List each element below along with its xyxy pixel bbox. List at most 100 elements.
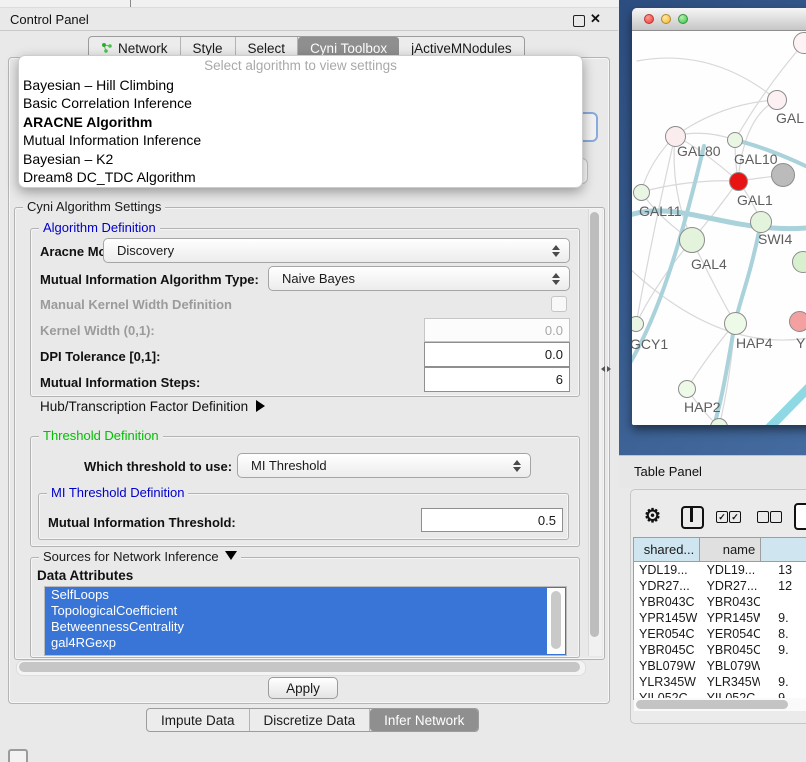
algorithm-option[interactable]: Basic Correlation Inference [19, 95, 582, 113]
deselect-all-icon[interactable] [757, 511, 769, 523]
bottom-tab-infer-network[interactable]: Infer Network [370, 709, 478, 731]
close-traffic-light-icon[interactable] [644, 14, 654, 24]
table-cell: YER054C [700, 626, 761, 642]
column-header-name[interactable]: name [700, 538, 761, 561]
data-attribute-item[interactable]: SelfLoops [45, 587, 566, 603]
minimize-traffic-light-icon[interactable] [661, 14, 671, 24]
table-hscrollbar-thumb[interactable] [636, 700, 788, 709]
dpi-tolerance-field[interactable]: 0.0 [424, 342, 570, 367]
top-strip [0, 0, 620, 8]
settings-group-title: Cyni Algorithm Settings [23, 199, 165, 214]
table-cell: YPR145W [700, 610, 761, 626]
column-header[interactable] [761, 538, 806, 561]
network-icon [101, 42, 113, 54]
network-node-gal10[interactable] [727, 132, 743, 148]
table-row[interactable]: YBL079WYBL079W [634, 658, 806, 674]
bottom-tab-bar: Impute Data Discretize Data Infer Network [146, 708, 479, 732]
table-cell: YBR043C [634, 594, 700, 610]
column-header-shared[interactable]: shared... [634, 538, 700, 561]
node-label: GAL80 [677, 143, 721, 159]
mi-steps-label: Mutual Information Steps: [40, 375, 200, 390]
data-attributes-list[interactable]: SelfLoopsTopologicalCoefficientBetweenne… [44, 586, 567, 656]
network-canvas[interactable]: GALGAL80GAL10GAL1GAL11SWI4GAL4GCY1HAP4YH… [632, 31, 806, 425]
node-label: HAP2 [684, 399, 721, 415]
data-attribute-item[interactable]: BetweennessCentrality [45, 619, 566, 635]
table-row[interactable]: YPR145WYPR145W9. [634, 610, 806, 626]
list-scrollbar-thumb[interactable] [551, 591, 561, 649]
tab-label: Impute Data [161, 713, 235, 728]
network-node-hap2[interactable] [678, 380, 696, 398]
mi-threshold-title: MI Threshold Definition [47, 485, 188, 500]
expand-arrow-icon [256, 400, 265, 412]
mi-type-combo[interactable]: Naive Bayes [268, 266, 570, 291]
zoom-traffic-light-icon[interactable] [678, 14, 688, 24]
table-row[interactable]: YDL19...YDL19...13 [634, 562, 806, 578]
data-attribute-item[interactable]: TopologicalCoefficient [45, 603, 566, 619]
partial-button-icon[interactable] [794, 503, 806, 530]
table-row[interactable]: YBR043CYBR043C [634, 594, 806, 610]
list-scrollbar-track[interactable] [547, 588, 565, 654]
tab-label: Network [118, 41, 168, 56]
tab-label: Discretize Data [264, 713, 356, 728]
table-cell: 8. [760, 626, 806, 642]
column-layout-icon[interactable] [681, 506, 704, 529]
network-node-y[interactable] [789, 311, 806, 332]
aracne-mode-combo[interactable]: Discovery [103, 238, 570, 263]
close-icon[interactable]: ✕ [590, 11, 601, 27]
data-attribute-item[interactable]: gal4RGexp [45, 635, 566, 651]
apply-button[interactable]: Apply [268, 677, 338, 699]
hub-definition-toggle[interactable]: Hub/Transcription Factor Definition [40, 399, 265, 414]
network-window-titlebar[interactable] [632, 8, 806, 31]
algorithm-option[interactable]: Bayesian – Hill Climbing [19, 77, 582, 95]
network-node-gal[interactable] [767, 90, 787, 110]
float-window-icon[interactable] [573, 15, 585, 27]
algorithm-option[interactable]: Mutual Information Inference [19, 132, 582, 150]
tab-label: Select [248, 41, 286, 56]
node-label: GAL1 [737, 192, 773, 208]
control-panel-title: Control Panel [10, 12, 89, 27]
algorithm-option[interactable]: ARACNE Algorithm [19, 114, 582, 132]
sources-group-title: Sources for Network Inference [39, 549, 241, 564]
table-cell: YBR045C [700, 642, 761, 658]
which-threshold-label: Which threshold to use: [84, 459, 232, 474]
network-node-hap4[interactable] [724, 312, 747, 335]
table-cell: YLR345W [634, 674, 700, 690]
mi-type-value: Naive Bayes [282, 271, 355, 286]
table-row[interactable]: YER054CYER054C8. [634, 626, 806, 642]
bottom-tab-impute-data[interactable]: Impute Data [147, 709, 250, 731]
table-header-row[interactable]: shared...name [634, 538, 806, 562]
threshold-definition-title: Threshold Definition [39, 428, 163, 443]
splitter-grip[interactable] [601, 365, 613, 374]
algorithm-option[interactable]: Bayesian – K2 [19, 151, 582, 169]
network-node[interactable] [771, 163, 795, 187]
network-node-gal1[interactable] [729, 172, 748, 191]
network-node-gal11[interactable] [633, 184, 650, 201]
deselect-all-icon[interactable] [770, 511, 782, 523]
table-cell: YLR345W [700, 674, 761, 690]
settings-scrollbar-thumb[interactable] [590, 212, 599, 637]
table-row[interactable]: YLR345WYLR345W9. [634, 674, 806, 690]
network-node-gal4[interactable] [679, 227, 705, 253]
table-cell: 9. [760, 610, 806, 626]
minimized-panel-icon[interactable] [8, 749, 28, 762]
table-row[interactable]: YDR27...YDR27...12 [634, 578, 806, 594]
dpi-tolerance-label: DPI Tolerance [0,1]: [40, 349, 160, 364]
mi-threshold-label: Mutual Information Threshold: [48, 515, 236, 530]
collapse-arrow-icon[interactable] [225, 551, 237, 560]
table-row[interactable]: YBR045CYBR045C9. [634, 642, 806, 658]
node-table[interactable]: shared...name YDL19...YDL19...13YDR27...… [633, 537, 806, 700]
manual-kernel-checkbox[interactable] [551, 296, 567, 312]
network-node-swi4[interactable] [750, 211, 772, 233]
select-all-icon[interactable]: ✓ [716, 511, 728, 523]
mi-steps-field[interactable]: 6 [424, 367, 570, 392]
kernel-width-field[interactable]: 0.0 [424, 318, 570, 342]
bottom-tab-discretize-data[interactable]: Discretize Data [250, 709, 371, 731]
which-threshold-combo[interactable]: MI Threshold [237, 453, 531, 478]
algorithm-option[interactable]: Dream8 DC_TDC Algorithm [19, 169, 582, 187]
settings-hscrollbar-thumb[interactable] [19, 662, 580, 672]
mi-type-label: Mutual Information Algorithm Type: [40, 272, 259, 287]
gear-icon[interactable]: ⚙ [644, 505, 661, 528]
network-view-window[interactable]: GALGAL80GAL10GAL1GAL11SWI4GAL4GCY1HAP4YH… [632, 8, 806, 425]
select-all-icon[interactable]: ✓ [729, 511, 741, 523]
mi-threshold-field[interactable]: 0.5 [421, 508, 563, 532]
